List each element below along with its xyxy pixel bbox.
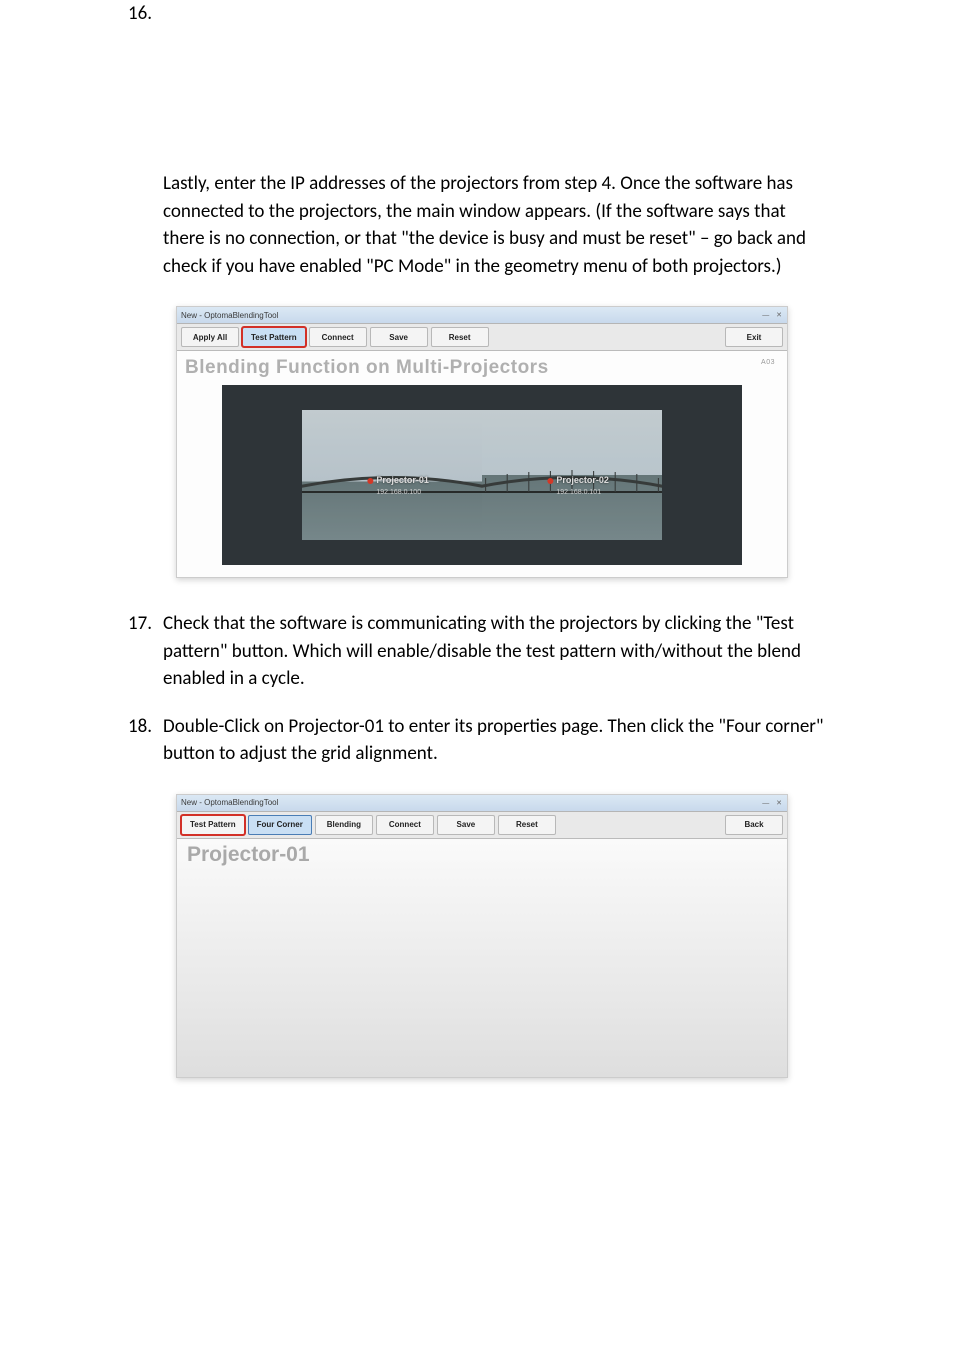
exit-button[interactable]: Exit [725, 327, 783, 347]
projector-02-label: Projector-02 [547, 475, 609, 485]
step-number: 17. [128, 610, 152, 638]
banner-title: Blending Function on Multi-Projectors A0… [185, 357, 779, 379]
projector-body: Projector-01 [177, 839, 787, 1077]
window-titlebar: New - OptomaBlendingTool — ✕ [177, 307, 787, 324]
projector-heading: Projector-01 [187, 843, 777, 867]
projector-01-tile[interactable]: Projector-01 192.168.0.100 [302, 410, 482, 540]
projector-01-label: Projector-01 [367, 475, 429, 485]
back-button[interactable]: Back [725, 815, 783, 835]
blending-button[interactable]: Blending [315, 815, 373, 835]
window-title: New - OptomaBlendingTool [181, 798, 278, 807]
screenshot-main-window: New - OptomaBlendingTool — ✕ Apply All T… [176, 306, 788, 578]
toolbar: Apply All Test Pattern Connect Save Rese… [177, 324, 787, 351]
screenshot-projector-properties: New - OptomaBlendingTool — ✕ Test Patter… [176, 794, 788, 1078]
step-number: 16. [128, 0, 152, 28]
test-pattern-button[interactable]: Test Pattern [242, 327, 306, 347]
reset-button[interactable]: Reset [498, 815, 556, 835]
test-pattern-button[interactable]: Test Pattern [181, 815, 245, 835]
step-16: 16. Lastly, enter the IP addresses of th… [128, 0, 824, 280]
connect-button[interactable]: Connect [376, 815, 434, 835]
main-body: Blending Function on Multi-Projectors A0… [177, 351, 787, 577]
projector-pair: Projector-01 192.168.0.100 [302, 410, 662, 540]
apply-all-button[interactable]: Apply All [181, 327, 239, 347]
four-corner-button[interactable]: Four Corner [248, 815, 312, 835]
save-button[interactable]: Save [370, 327, 428, 347]
status-dot-icon [547, 478, 553, 484]
save-button[interactable]: Save [437, 815, 495, 835]
status-dot-icon [367, 478, 373, 484]
window-titlebar: New - OptomaBlendingTool — ✕ [177, 795, 787, 812]
toolbar-spacer [559, 815, 722, 835]
step-list-cont: 17. Check that the software is communica… [128, 610, 824, 768]
bridge-graphic-right [482, 470, 662, 500]
projector-01-ip: 192.168.0.100 [376, 489, 421, 496]
document-page: 16. Lastly, enter the IP addresses of th… [0, 0, 954, 1350]
step-number: 18. [128, 713, 152, 741]
step-text: Check that the software is communicating… [163, 612, 801, 690]
step-text: Double-Click on Projector-01 to enter it… [163, 715, 824, 766]
toolbar-spacer [492, 327, 722, 347]
window-controls: — ✕ [762, 311, 783, 319]
bridge-graphic-left [302, 470, 482, 500]
window-title: New - OptomaBlendingTool [181, 311, 278, 320]
window-controls: — ✕ [762, 799, 783, 807]
projector-02-tile[interactable]: Projector-02 192.168.0.101 [482, 410, 662, 540]
step-text: Lastly, enter the IP addresses of the pr… [163, 172, 806, 278]
toolbar: Test Pattern Four Corner Blending Connec… [177, 812, 787, 839]
step-17: 17. Check that the software is communica… [128, 610, 824, 693]
projector-02-ip: 192.168.0.101 [556, 489, 601, 496]
step-18: 18. Double-Click on Projector-01 to ente… [128, 713, 824, 768]
connect-button[interactable]: Connect [309, 327, 367, 347]
reset-button[interactable]: Reset [431, 327, 489, 347]
version-label: A03 [761, 359, 775, 366]
preview-area: Projector-01 192.168.0.100 [222, 385, 742, 565]
step-list: 16. Lastly, enter the IP addresses of th… [128, 0, 824, 280]
